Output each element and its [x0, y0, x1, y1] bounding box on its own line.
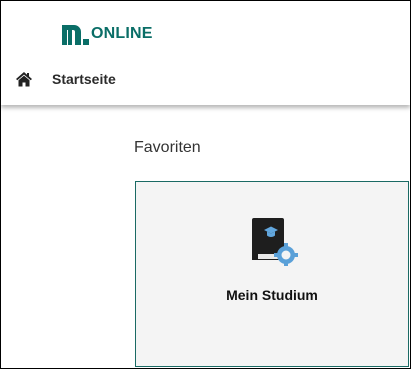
- logo-text: ONLINE: [91, 25, 153, 42]
- favorite-tile-label: Mein Studium: [226, 287, 318, 303]
- nav-home-label: Startseite: [52, 71, 116, 87]
- nav-home[interactable]: Startseite: [15, 71, 116, 87]
- study-book-gear-icon: [252, 218, 298, 266]
- favorites-title: Favoriten: [134, 139, 201, 156]
- home-icon: [16, 72, 32, 87]
- header: ONLINE Startseite: [1, 1, 410, 105]
- app-window: ONLINE Startseite Favoriten Mein Studium: [0, 0, 411, 369]
- app-logo[interactable]: ONLINE: [60, 21, 153, 45]
- m-logo-icon: [62, 25, 89, 45]
- favorite-tile-mein-studium[interactable]: Mein Studium: [135, 181, 409, 367]
- main-content: Favoriten Mein Studium: [1, 105, 410, 368]
